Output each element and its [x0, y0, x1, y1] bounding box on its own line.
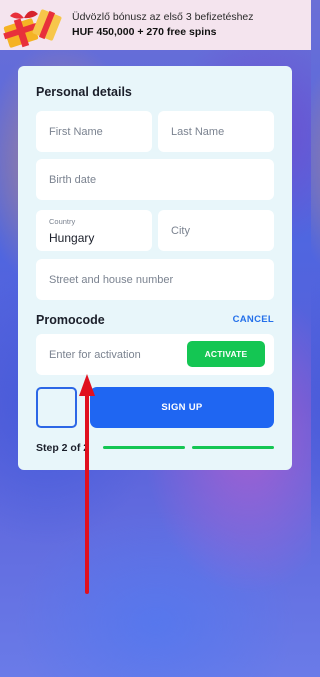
birth-date-placeholder: Birth date: [49, 174, 97, 186]
registration-card: Personal details First Name Last Name Bi…: [18, 66, 292, 470]
progress-segment-1: [103, 446, 185, 449]
first-name-placeholder: First Name: [49, 126, 103, 138]
country-select[interactable]: Country Hungary: [36, 210, 152, 251]
first-name-field[interactable]: First Name: [36, 111, 152, 152]
last-name-placeholder: Last Name: [171, 126, 225, 138]
cancel-promocode-link[interactable]: CANCEL: [233, 314, 274, 325]
birth-date-field[interactable]: Birth date: [36, 159, 274, 200]
promocode-heading: Promocode: [36, 313, 105, 327]
last-name-field[interactable]: Last Name: [158, 111, 274, 152]
step-indicator: Step 2 of 2: [36, 442, 90, 454]
street-field[interactable]: Street and house number: [36, 259, 274, 300]
promocode-placeholder: Enter for activation: [49, 349, 141, 361]
activate-button[interactable]: ACTIVATE: [187, 341, 265, 367]
promo-banner[interactable]: Üdvözlő bónusz az első 3 befizetéshez HU…: [0, 0, 311, 50]
city-field[interactable]: City: [158, 210, 274, 251]
street-placeholder: Street and house number: [49, 274, 174, 286]
personal-details-heading: Personal details: [36, 85, 132, 99]
city-placeholder: City: [171, 225, 190, 237]
country-value: Hungary: [49, 231, 95, 245]
sign-up-button[interactable]: SIGN UP: [90, 387, 274, 428]
banner-bonus: HUF 450,000 + 270 free spins: [72, 26, 217, 38]
gift-icon: [3, 9, 62, 48]
progress-segment-2: [192, 446, 274, 449]
terms-checkbox[interactable]: [36, 387, 77, 428]
country-label: Country: [49, 217, 76, 226]
banner-title: Üdvözlő bónusz az első 3 befizetéshez: [72, 11, 254, 23]
